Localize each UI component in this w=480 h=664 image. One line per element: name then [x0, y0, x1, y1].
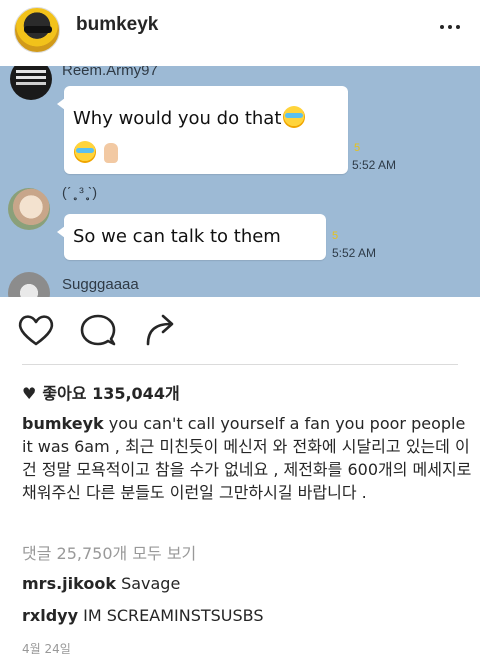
- laughing-emoji-icon: [74, 141, 96, 163]
- post-date: 4월 24일: [22, 642, 71, 656]
- header-username[interactable]: bumkeyk: [76, 14, 158, 36]
- pointing-hand-icon: [104, 143, 118, 163]
- message-bubble: So we can talk to them: [57, 214, 326, 260]
- unread-count: 5: [354, 142, 361, 154]
- message-text: Why would you do that: [73, 108, 282, 129]
- post-header: bumkeyk: [0, 0, 480, 62]
- post-actions: [0, 310, 480, 356]
- caption-username[interactable]: bumkeyk: [22, 414, 104, 433]
- chat-sender-name: Reem.Army97: [62, 66, 158, 79]
- chat-sender-name: (ˊ ̥̥̥̥̥ ³ ̥̥̥̥̥ˋ): [62, 184, 97, 200]
- chat-avatar: [8, 272, 50, 297]
- chat-sender-name: Sugggaaaa: [62, 276, 139, 293]
- view-all-comments-link[interactable]: 댓글 25,750개 모두 보기: [22, 540, 196, 564]
- share-icon[interactable]: [140, 310, 180, 350]
- comment-text: Savage: [121, 574, 181, 593]
- comment-item: mrs.jikook Savage: [22, 574, 180, 593]
- comment-username[interactable]: rxldyy: [22, 606, 78, 625]
- heart-filled-icon: ♥: [22, 384, 37, 403]
- divider: [22, 364, 458, 365]
- comment-icon[interactable]: [78, 310, 118, 350]
- message-time: 5:52 AM: [352, 158, 397, 172]
- message-time: 5:52 AM: [332, 246, 377, 260]
- chat-avatar: [10, 66, 52, 100]
- likes-count[interactable]: ♥ 좋아요 135,044개: [22, 380, 180, 404]
- comment-username[interactable]: mrs.jikook: [22, 574, 116, 593]
- chat-avatar: [8, 188, 50, 230]
- comment-item: rxldyy IM SCREAMINSTSUSBS: [22, 606, 264, 625]
- message-text: So we can talk to them: [73, 226, 281, 247]
- more-options-icon[interactable]: [438, 14, 462, 38]
- heart-outline-icon[interactable]: [16, 310, 56, 350]
- comment-text: IM SCREAMINSTSUSBS: [83, 606, 264, 625]
- post-image[interactable]: Reem.Army97 Why would you do that 5 5:52…: [0, 66, 480, 297]
- laughing-emoji-icon: [283, 106, 306, 128]
- unread-count: 5: [332, 230, 339, 242]
- avatar[interactable]: [14, 7, 60, 53]
- caption: bumkeyk you can't call yourself a fan yo…: [22, 412, 472, 504]
- message-bubble: Why would you do that: [57, 86, 348, 174]
